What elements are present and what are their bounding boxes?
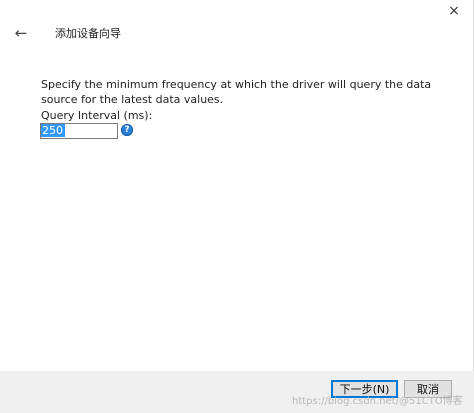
help-glyph: ?	[124, 125, 130, 135]
back-button[interactable]: ←	[10, 23, 32, 43]
wizard-title: 添加设备向导	[55, 27, 121, 40]
query-interval-value: 250	[41, 124, 65, 137]
description-text: Specify the minimum frequency at which t…	[41, 78, 432, 106]
query-interval-input[interactable]: 250	[40, 123, 118, 139]
arrow-left-icon: ←	[14, 24, 28, 42]
help-icon[interactable]: ?	[121, 124, 133, 136]
watermark: https://blog.csdn.net/@51CTO博客	[292, 396, 463, 407]
close-icon: ×	[448, 3, 460, 19]
query-interval-label: Query Interval (ms):	[41, 109, 153, 122]
close-button[interactable]: ×	[434, 0, 474, 22]
wizard-window: × ← 添加设备向导 Specify the minimum frequency…	[0, 0, 474, 413]
